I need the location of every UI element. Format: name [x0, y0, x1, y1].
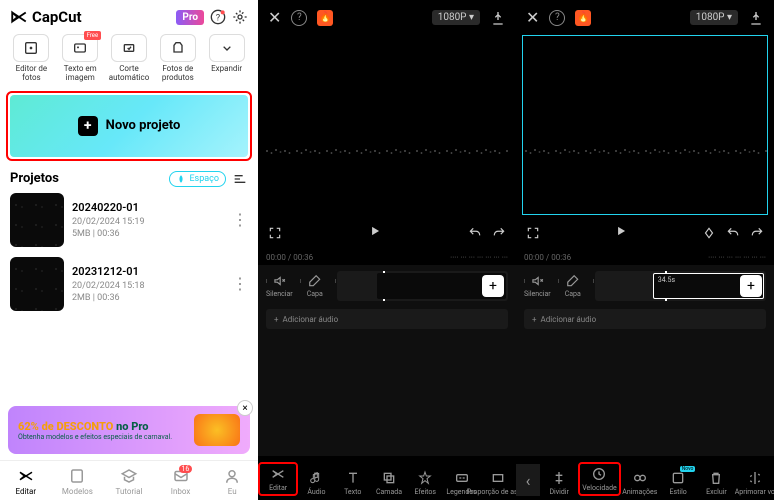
- more-icon[interactable]: ⋮: [232, 210, 248, 229]
- promo-art: [194, 414, 240, 446]
- project-name: 20240220-01: [72, 201, 224, 214]
- fullscreen-icon[interactable]: [268, 226, 282, 240]
- mute-button[interactable]: Silenciar: [524, 274, 551, 298]
- bottom-nav: Editar Modelos Tutorial 16Inbox Eu: [0, 460, 258, 500]
- fire-icon[interactable]: 🔥: [575, 10, 591, 26]
- close-icon[interactable]: ✕: [526, 8, 539, 27]
- keyframe-icon[interactable]: [702, 226, 716, 240]
- timeline[interactable]: Silenciar Capa + + Adicionar áudio: [258, 265, 516, 456]
- export-icon[interactable]: [490, 10, 506, 26]
- tool-product-photos[interactable]: Fotos de produtos: [156, 34, 199, 83]
- resolution-select[interactable]: 1080P ▾: [432, 10, 480, 25]
- app-name: CapCut: [32, 8, 82, 26]
- redo-icon[interactable]: [492, 226, 506, 240]
- tool-text-image[interactable]: FreeTexto em imagem: [59, 34, 102, 83]
- help-icon[interactable]: ?: [210, 9, 226, 25]
- nav-enhance[interactable]: Aprimorar vo: [736, 470, 774, 496]
- time-bar: 00:00 / 00:36···· ··· ··· ··· ··· ··· ··…: [516, 250, 774, 265]
- video-preview[interactable]: [522, 35, 768, 215]
- new-project-button[interactable]: + Novo projeto: [10, 95, 248, 157]
- add-clip-button[interactable]: +: [482, 275, 504, 297]
- undo-icon[interactable]: [726, 226, 740, 240]
- timeline[interactable]: Silenciar Capa 34.5s + + Adicionar áudio: [516, 265, 774, 456]
- fire-icon[interactable]: 🔥: [317, 10, 333, 26]
- nav-audio[interactable]: Áudio: [298, 470, 334, 496]
- close-icon[interactable]: ×: [237, 400, 253, 416]
- nav-templates[interactable]: Modelos: [52, 467, 104, 496]
- play-icon[interactable]: [368, 224, 382, 238]
- project-item[interactable]: 20240220-01 20/02/2024 15:19 5MB | 00:36…: [10, 193, 248, 247]
- help-icon[interactable]: ?: [549, 10, 565, 26]
- clip-nav: ‹ Dividir Velocidade Animações NovoEstil…: [516, 456, 774, 500]
- project-item[interactable]: 20231212-01 20/02/2024 15:18 2MB | 00:36…: [10, 257, 248, 311]
- project-date: 20/02/2024 15:18: [72, 281, 224, 291]
- nav-edit[interactable]: Editar: [258, 462, 298, 496]
- projects-title: Projetos: [10, 171, 59, 186]
- tool-row: Editor de fotos FreeTexto em imagem Cort…: [0, 34, 258, 91]
- project-meta: 2MB | 00:36: [72, 293, 224, 303]
- nav-profile[interactable]: Eu: [206, 467, 258, 496]
- export-icon[interactable]: [748, 10, 764, 26]
- back-button[interactable]: ‹: [516, 464, 540, 496]
- time-bar: 00:00 / 00:36···· ··· ··· ··· ··· ··· ··…: [258, 250, 516, 265]
- close-icon[interactable]: ✕: [268, 8, 281, 27]
- nav-edit[interactable]: Editar: [0, 467, 52, 496]
- promo-banner[interactable]: 62% de DESCONTO no Pro Obtenha modelos e…: [8, 406, 250, 454]
- nav-animations[interactable]: Animações: [621, 470, 659, 496]
- nav-layer[interactable]: Camada: [371, 470, 407, 496]
- tool-photo-editor[interactable]: Editor de fotos: [10, 34, 53, 83]
- pro-badge[interactable]: Pro: [176, 10, 204, 25]
- undo-icon[interactable]: [468, 226, 482, 240]
- project-thumbnail: [10, 193, 64, 247]
- nav-effects[interactable]: Efeitos: [407, 470, 443, 496]
- nav-inbox[interactable]: 16Inbox: [155, 467, 207, 496]
- project-thumbnail: [10, 257, 64, 311]
- nav-tutorial[interactable]: Tutorial: [103, 467, 155, 496]
- audio-track[interactable]: + Adicionar áudio: [266, 309, 508, 329]
- add-clip-button[interactable]: +: [740, 275, 762, 297]
- new-project-highlight: + Novo projeto: [6, 91, 252, 161]
- promo-subtitle: Obtenha modelos e efeitos especiais de c…: [18, 433, 194, 441]
- nav-delete[interactable]: Excluir: [697, 470, 735, 496]
- mute-button[interactable]: Silenciar: [266, 274, 293, 298]
- tool-auto-cut[interactable]: Corte automático: [108, 34, 151, 83]
- resolution-select[interactable]: 1080P ▾: [690, 10, 738, 25]
- plus-icon: +: [78, 116, 98, 136]
- video-preview[interactable]: [264, 35, 510, 215]
- tool-expand[interactable]: Expandir: [205, 34, 248, 83]
- nav-split[interactable]: Dividir: [540, 470, 578, 496]
- cover-button[interactable]: Capa: [565, 274, 581, 298]
- settings-icon[interactable]: [232, 9, 248, 25]
- nav-speed[interactable]: Velocidade: [578, 462, 620, 496]
- space-button[interactable]: Espaço: [169, 171, 226, 187]
- video-track[interactable]: 34.5s +: [595, 271, 766, 301]
- nav-style[interactable]: NovoEstilo: [659, 470, 697, 496]
- redo-icon[interactable]: [750, 226, 764, 240]
- cover-button[interactable]: Capa: [307, 274, 323, 298]
- project-meta: 5MB | 00:36: [72, 229, 224, 239]
- new-project-label: Novo projeto: [106, 118, 181, 133]
- promo-title: 62% de DESCONTO no Pro: [18, 420, 194, 433]
- project-date: 20/02/2024 15:19: [72, 217, 224, 227]
- help-icon[interactable]: ?: [291, 10, 307, 26]
- app-logo: CapCut: [10, 8, 82, 26]
- sort-icon[interactable]: [232, 171, 248, 187]
- audio-track[interactable]: + Adicionar áudio: [524, 309, 766, 329]
- inbox-badge: 16: [179, 465, 193, 473]
- fullscreen-icon[interactable]: [526, 226, 540, 240]
- nav-text[interactable]: Texto: [335, 470, 371, 496]
- svg-text:?: ?: [216, 12, 221, 23]
- project-name: 20231212-01: [72, 265, 224, 278]
- nav-aspect[interactable]: Proporção de aspec: [480, 470, 516, 496]
- play-icon[interactable]: [614, 224, 628, 238]
- video-track[interactable]: +: [337, 271, 508, 301]
- more-icon[interactable]: ⋮: [232, 274, 248, 293]
- editor-nav: Editar Áudio Texto Camada Efeitos Legend…: [258, 456, 516, 500]
